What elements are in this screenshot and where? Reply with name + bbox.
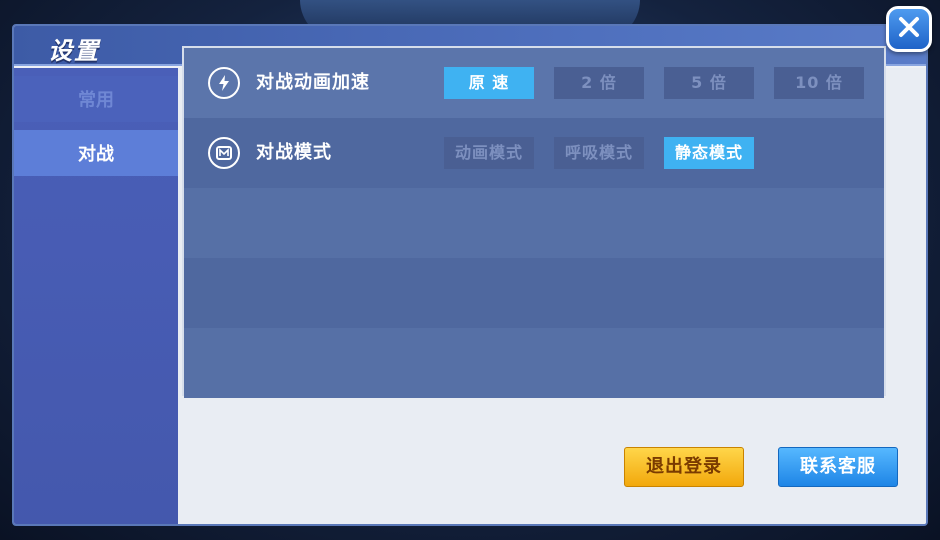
close-icon [897,13,921,46]
speed-option-5x[interactable]: 5 倍 [664,67,754,99]
settings-list: 对战动画加速 原 速 2 倍 5 倍 10 倍 对战模式 动画模式 呼吸模式 静… [182,46,886,398]
lightning-icon [208,67,240,99]
setting-row-empty [184,258,884,328]
sidebar-item-common[interactable]: 常用 [14,76,178,122]
setting-row-empty [184,328,884,398]
speed-option-2x[interactable]: 2 倍 [554,67,644,99]
speed-option-normal[interactable]: 原 速 [444,67,534,99]
battle-speed-label: 对战动画加速 [256,72,370,93]
contact-support-button[interactable]: 联系客服 [778,447,898,487]
logout-button[interactable]: 退出登录 [624,447,744,487]
speed-option-10x[interactable]: 10 倍 [774,67,864,99]
dialog-title: 设置 [48,37,100,65]
battle-mode-label: 对战模式 [256,142,332,163]
setting-row-empty [184,188,884,258]
close-button[interactable] [886,6,932,52]
mode-option-static[interactable]: 静态模式 [664,137,754,169]
sidebar-item-battle[interactable]: 对战 [14,130,178,176]
mode-option-animation[interactable]: 动画模式 [444,137,534,169]
mode-option-breathing[interactable]: 呼吸模式 [554,137,644,169]
mode-icon [208,137,240,169]
settings-sidebar: 常用 对战 [14,68,178,524]
